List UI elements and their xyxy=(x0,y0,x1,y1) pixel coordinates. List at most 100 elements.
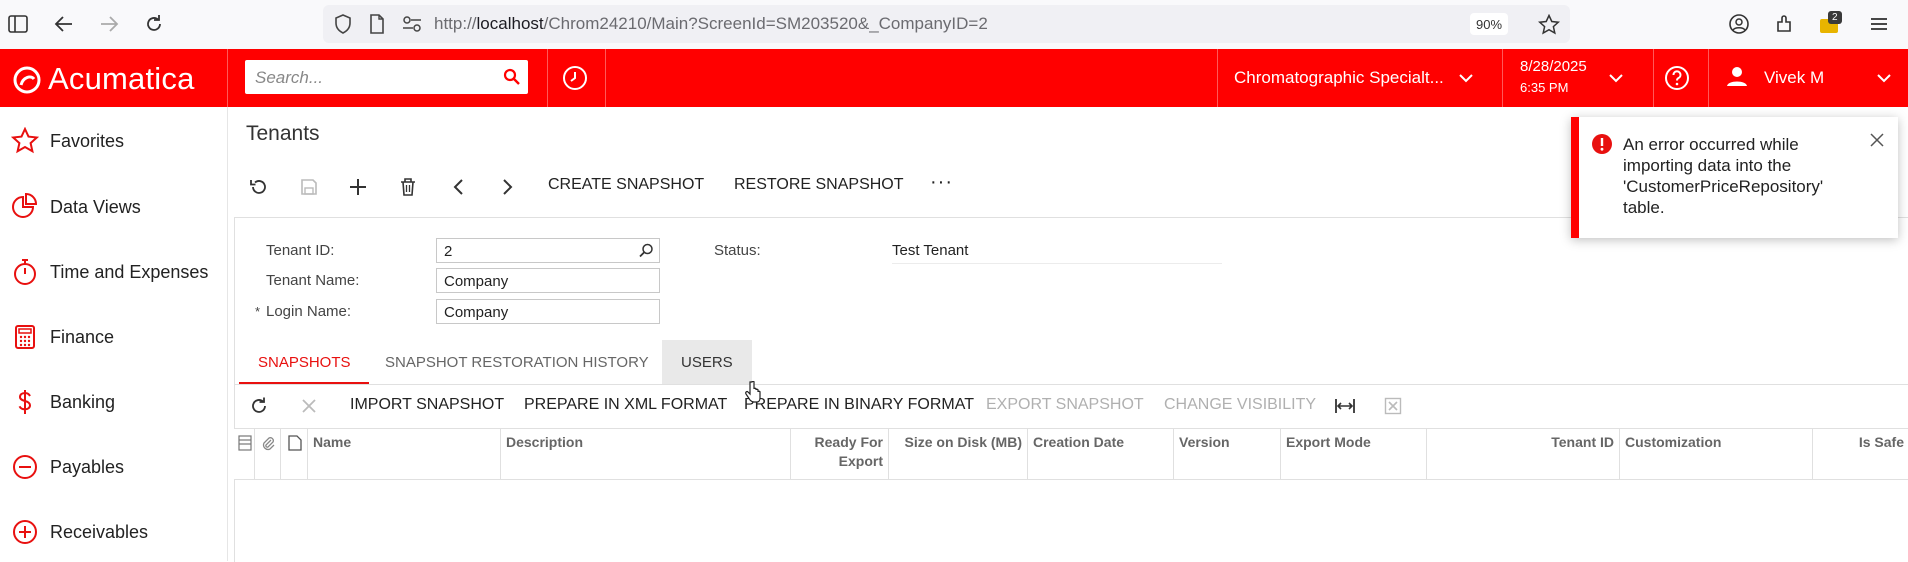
tab-snapshot-restoration-history[interactable]: SNAPSHOT RESTORATION HISTORY xyxy=(366,340,668,384)
sidebar-item-payables[interactable]: Payables xyxy=(0,447,227,497)
col-name[interactable]: Name xyxy=(307,429,500,479)
menu-icon[interactable] xyxy=(1867,12,1891,36)
logo-text[interactable]: Acumatica xyxy=(48,61,195,97)
permissions-icon[interactable] xyxy=(402,15,422,33)
tabs-divider xyxy=(234,384,1908,385)
refresh-icon[interactable] xyxy=(249,396,269,416)
error-icon xyxy=(1591,133,1613,155)
add-icon[interactable] xyxy=(347,176,369,198)
export-excel-icon[interactable] xyxy=(1384,397,1402,415)
import-snapshot-button[interactable]: IMPORT SNAPSHOT xyxy=(350,396,504,414)
col-version[interactable]: Version xyxy=(1173,429,1280,479)
help-icon[interactable] xyxy=(1664,65,1690,91)
business-date[interactable]: 8/28/2025 xyxy=(1520,58,1587,75)
login-name-label: Login Name: xyxy=(266,303,352,320)
previous-icon[interactable] xyxy=(447,176,469,198)
col-ready-for-export[interactable]: Ready For Export xyxy=(790,429,888,479)
reload-icon[interactable] xyxy=(142,12,166,36)
user-icon[interactable] xyxy=(1726,65,1748,87)
extensions-icon[interactable] xyxy=(1772,12,1796,36)
address-bar[interactable]: http://localhost/Chrom24210/Main?ScreenI… xyxy=(323,5,1570,43)
prepare-binary-button[interactable]: PREPARE IN BINARY FORMAT xyxy=(744,396,974,414)
next-icon[interactable] xyxy=(497,176,519,198)
col-export-mode[interactable]: Export Mode xyxy=(1280,429,1426,479)
col-divider xyxy=(254,429,255,479)
mouse-cursor-icon xyxy=(745,381,761,403)
grid-header: Name Description Ready For Export Size o… xyxy=(234,428,1908,480)
col-is-safe[interactable]: Is Safe xyxy=(1812,429,1908,479)
error-notification: An error occurred while importing data i… xyxy=(1571,117,1898,238)
sidebar-item-banking[interactable]: Banking xyxy=(0,382,227,432)
sidebar-item-data-views[interactable]: Data Views xyxy=(0,187,227,237)
create-snapshot-button[interactable]: CREATE SNAPSHOT xyxy=(548,176,704,194)
more-actions-button[interactable]: ··· xyxy=(930,171,953,194)
close-icon[interactable] xyxy=(1870,133,1884,147)
extension-badge-icon[interactable]: 2 xyxy=(1817,11,1842,36)
status-value: Test Tenant xyxy=(892,242,969,259)
forward-icon[interactable] xyxy=(97,12,121,36)
page-info-icon[interactable] xyxy=(369,14,385,34)
col-divider xyxy=(280,429,281,479)
tab-snapshots[interactable]: SNAPSHOTS xyxy=(239,340,370,384)
error-message: An error occurred while importing data i… xyxy=(1623,135,1824,217)
sidebar-item-label: Receivables xyxy=(50,522,149,542)
shield-icon[interactable] xyxy=(334,14,352,34)
bookmark-star-icon[interactable] xyxy=(1538,14,1560,35)
sidebar-item-favorites[interactable]: Favorites xyxy=(0,121,227,171)
chevron-down-icon[interactable] xyxy=(1458,72,1474,84)
zoom-level[interactable]: 90% xyxy=(1470,13,1508,35)
status-underline xyxy=(892,263,1222,264)
export-snapshot-button[interactable]: EXPORT SNAPSHOT xyxy=(986,396,1144,414)
prepare-xml-button[interactable]: PREPARE IN XML FORMAT xyxy=(524,396,727,414)
sidebar-item-label: Finance xyxy=(50,327,115,347)
sidebar-toggle-icon[interactable] xyxy=(6,12,30,36)
required-asterisk: * xyxy=(255,304,261,319)
user-chevron-down-icon[interactable] xyxy=(1876,72,1892,84)
calculator-icon xyxy=(11,323,39,351)
undo-icon[interactable] xyxy=(247,176,269,198)
delete-row-icon[interactable] xyxy=(301,398,317,414)
search-box[interactable] xyxy=(245,60,528,94)
row-selector-icon[interactable] xyxy=(238,435,252,451)
sidebar-item-label: Data Views xyxy=(50,197,141,217)
plus-circle-icon xyxy=(11,518,39,546)
fit-columns-icon[interactable] xyxy=(1334,398,1356,414)
col-size-on-disk[interactable]: Size on Disk (MB) xyxy=(888,429,1027,479)
note-icon[interactable] xyxy=(288,435,302,451)
col-tenant-id[interactable]: Tenant ID xyxy=(1426,429,1619,479)
search-input[interactable] xyxy=(253,67,497,89)
company-selector[interactable]: Chromatographic Specialt... xyxy=(1234,68,1444,88)
star-icon xyxy=(11,127,39,155)
col-description[interactable]: Description xyxy=(500,429,790,479)
col-customization[interactable]: Customization xyxy=(1619,429,1812,479)
tenant-name-field[interactable]: Company xyxy=(436,268,660,293)
back-icon[interactable] xyxy=(52,12,76,36)
restore-snapshot-button[interactable]: RESTORE SNAPSHOT xyxy=(734,176,904,194)
col-creation-date[interactable]: Creation Date xyxy=(1027,429,1173,479)
sidebar-item-finance[interactable]: Finance xyxy=(0,317,227,367)
sidebar: Favorites Data Views Time and Expenses F… xyxy=(0,107,228,561)
delete-icon[interactable] xyxy=(397,176,419,198)
pie-chart-icon xyxy=(11,193,39,221)
search-icon[interactable] xyxy=(503,68,521,86)
sidebar-item-receivables[interactable]: Receivables xyxy=(0,512,227,562)
browser-toolbar: http://localhost/Chrom24210/Main?ScreenI… xyxy=(0,0,1908,50)
date-chevron-down-icon[interactable] xyxy=(1608,72,1624,84)
lookup-icon[interactable] xyxy=(639,243,654,258)
tenant-id-label: Tenant ID: xyxy=(266,242,335,259)
save-icon[interactable] xyxy=(298,176,320,198)
tab-users[interactable]: USERS xyxy=(662,340,752,384)
attachment-icon[interactable] xyxy=(261,435,275,451)
tenant-id-field[interactable]: 2 xyxy=(436,238,660,263)
login-name-field[interactable]: Company xyxy=(436,299,660,324)
stopwatch-icon xyxy=(11,258,39,286)
account-icon[interactable] xyxy=(1727,12,1751,36)
change-visibility-button[interactable]: CHANGE VISIBILITY xyxy=(1164,396,1316,414)
acumatica-logo-icon[interactable] xyxy=(12,65,42,95)
tenant-id-value: 2 xyxy=(444,243,453,260)
recent-history-icon[interactable] xyxy=(560,63,590,93)
sidebar-item-label: Banking xyxy=(50,392,116,412)
sidebar-item-label: Favorites xyxy=(50,131,125,151)
user-name[interactable]: Vivek M xyxy=(1764,68,1824,88)
sidebar-item-time-and-expenses[interactable]: Time and Expenses xyxy=(0,252,227,302)
